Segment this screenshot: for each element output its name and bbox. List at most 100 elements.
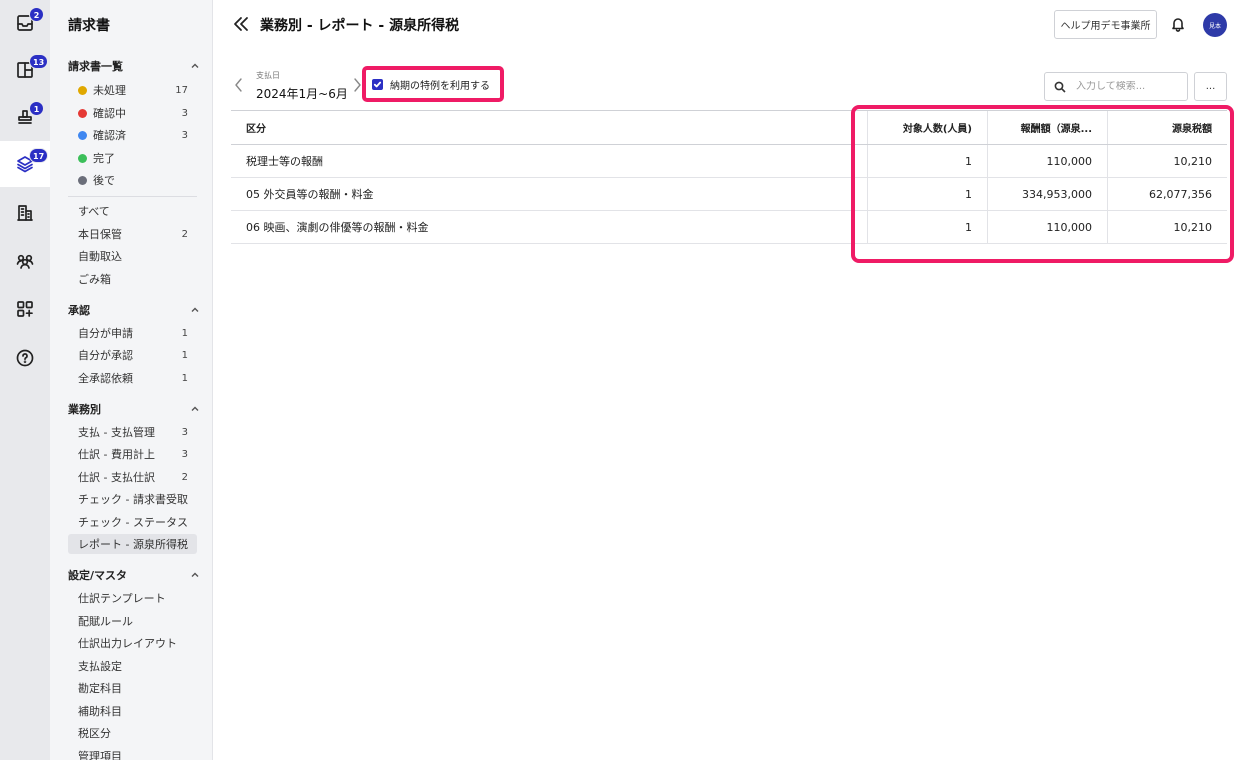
- double-chevron-left-icon: [234, 17, 248, 31]
- sidebar-item-management-items[interactable]: 管理項目: [68, 746, 197, 760]
- collapse-sidebar-button[interactable]: [232, 15, 250, 33]
- sidebar-item-label: 勘定科目: [78, 682, 122, 695]
- rail-item-building[interactable]: [0, 190, 50, 236]
- column-header-amount[interactable]: 報酬額（源泉...: [987, 111, 1107, 144]
- help-icon: [16, 349, 34, 367]
- section-invoice-list[interactable]: 請求書一覧: [68, 58, 200, 74]
- sidebar-item-unprocessed[interactable]: 未処理 17: [68, 80, 197, 100]
- table-row[interactable]: 税理士等の報酬 1 110,000 10,210: [231, 145, 1227, 178]
- sidebar-item-label: 本日保管: [78, 228, 122, 241]
- sidebar-item-all[interactable]: すべて: [68, 201, 197, 221]
- sidebar-item-check-receipt[interactable]: チェック - 請求書受取: [68, 489, 197, 509]
- date-range-value[interactable]: 2024年1月~6月: [256, 85, 348, 102]
- rail-item-people[interactable]: [0, 238, 50, 284]
- more-options-button[interactable]: ...: [1194, 72, 1227, 101]
- sidebar-item-journal-output-layout[interactable]: 仕訳出力レイアウト: [68, 633, 197, 653]
- sidebar-item-label: 仕訳 - 費用計上: [78, 448, 155, 461]
- office-switch-button[interactable]: ヘルプ用デモ事業所: [1054, 10, 1157, 39]
- sidebar-item-trash[interactable]: ごみ箱: [68, 269, 197, 289]
- sidebar-item-label: 自動取込: [78, 250, 122, 263]
- sidebar-item-expense-journal[interactable]: 仕訳 - 費用計上 3: [68, 444, 197, 464]
- sidebar-item-payment-journal[interactable]: 仕訳 - 支払仕訳 2: [68, 467, 197, 487]
- sidebar-item-withholding-report[interactable]: レポート - 源泉所得税: [68, 534, 197, 554]
- rail-item-stamp[interactable]: 1: [0, 94, 50, 140]
- sidebar-item-payment-management[interactable]: 支払 - 支払管理 3: [68, 422, 197, 442]
- search-box[interactable]: [1044, 72, 1188, 101]
- rail-item-layout[interactable]: 13: [0, 47, 50, 93]
- section-heading: 承認: [68, 304, 90, 317]
- sidebar-item-count: 3: [181, 107, 188, 119]
- section-approval[interactable]: 承認: [68, 302, 200, 318]
- status-dot: [78, 153, 87, 163]
- sidebar-item-count: 3: [181, 448, 188, 460]
- rail-badge: 17: [29, 148, 49, 163]
- sidebar-item-done[interactable]: 完了: [68, 148, 197, 168]
- sidebar-item-label: 補助科目: [78, 705, 122, 718]
- chevron-left-icon: [235, 78, 242, 92]
- search-input[interactable]: [1076, 81, 1176, 92]
- sidebar-item-check-status[interactable]: チェック - ステータス: [68, 512, 197, 532]
- table-row[interactable]: 05 外交員等の報酬・料金 1 334,953,000 62,077,356: [231, 178, 1227, 211]
- sidebar-item-my-requests[interactable]: 自分が申請 1: [68, 323, 197, 343]
- sidebar-item-count: 2: [181, 471, 188, 483]
- sidebar-item-label: 自分が申請: [78, 327, 133, 340]
- special-payment-checkbox[interactable]: 納期の特例を利用する: [362, 66, 504, 102]
- sidebar-item-label: 自分が承認: [78, 349, 133, 362]
- rail-item-apps[interactable]: [0, 286, 50, 332]
- chevron-up-icon[interactable]: [190, 61, 200, 71]
- chevron-up-icon[interactable]: [190, 404, 200, 414]
- column-header-tax[interactable]: 源泉税額: [1107, 111, 1227, 144]
- sidebar-item-count: 1: [181, 372, 188, 384]
- sidebar-item-label: チェック - 請求書受取: [78, 493, 188, 506]
- notifications-button[interactable]: [1170, 16, 1188, 34]
- sidebar-item-payment-settings[interactable]: 支払設定: [68, 656, 197, 676]
- status-dot: [78, 130, 87, 140]
- section-business[interactable]: 業務別: [68, 401, 200, 417]
- sidebar-item-label: 仕訳テンプレート: [78, 592, 166, 605]
- sidebar-item-auto-import[interactable]: 自動取込: [68, 246, 197, 266]
- table-row[interactable]: 06 映画、演劇の俳優等の報酬・料金 1 110,000 10,210: [231, 211, 1227, 244]
- sidebar-item-allocation-rules[interactable]: 配賦ルール: [68, 611, 197, 631]
- sidebar-item-all-approvals[interactable]: 全承認依頼 1: [68, 368, 197, 388]
- sidebar-item-checked[interactable]: 確認済 3: [68, 125, 197, 145]
- sidebar-item-count: 2: [181, 228, 188, 240]
- rail-item-layers[interactable]: 17: [0, 141, 50, 187]
- sidebar-item-later[interactable]: 後で: [68, 170, 197, 190]
- report-table: 区分 対象人数(人員) 報酬額（源泉... 源泉税額 税理士等の報酬 1 110…: [231, 110, 1227, 244]
- rail-item-inbox[interactable]: 2: [0, 0, 50, 46]
- sidebar-item-tax-categories[interactable]: 税区分: [68, 723, 197, 743]
- people-cell: 1: [867, 145, 987, 177]
- sidebar-item-label: ごみ箱: [78, 273, 111, 286]
- section-settings[interactable]: 設定/マスタ: [68, 567, 200, 583]
- sidebar-item-sub-accounts[interactable]: 補助科目: [68, 701, 197, 721]
- sidebar-item-my-approvals[interactable]: 自分が承認 1: [68, 345, 197, 365]
- sidebar-title: 請求書: [68, 18, 110, 34]
- column-header-category[interactable]: 区分: [231, 111, 867, 144]
- column-header-people[interactable]: 対象人数(人員): [867, 111, 987, 144]
- checkbox-label: 納期の特例を利用する: [390, 80, 490, 92]
- status-dot: [78, 175, 87, 185]
- sidebar-item-accounts[interactable]: 勘定科目: [68, 678, 197, 698]
- prev-period-button[interactable]: [233, 77, 245, 93]
- sidebar-item-label: 支払 - 支払管理: [78, 426, 155, 439]
- checkbox[interactable]: [372, 78, 383, 90]
- sidebar-item-label: 全承認依頼: [78, 372, 133, 385]
- icon-rail: 2 13 1 17: [0, 0, 50, 760]
- section-heading: 設定/マスタ: [68, 569, 128, 582]
- chevron-up-icon[interactable]: [190, 305, 200, 315]
- divider: [68, 196, 197, 197]
- sidebar-item-checking[interactable]: 確認中 3: [68, 103, 197, 123]
- people-cell: 1: [867, 211, 987, 243]
- tax-cell: 10,210: [1107, 211, 1227, 243]
- sidebar-item-label: 確認済: [93, 129, 126, 142]
- section-heading: 業務別: [68, 403, 101, 416]
- sidebar-item-count: 3: [181, 426, 188, 438]
- rail-badge: 13: [29, 54, 49, 69]
- rail-item-help[interactable]: [0, 335, 50, 381]
- sidebar-item-journal-template[interactable]: 仕訳テンプレート: [68, 588, 197, 608]
- chevron-up-icon[interactable]: [190, 570, 200, 580]
- check-icon: [373, 81, 382, 87]
- sidebar-item-label: すべて: [78, 205, 110, 218]
- avatar[interactable]: 見本: [1203, 13, 1227, 37]
- sidebar-item-stored-today[interactable]: 本日保管 2: [68, 224, 197, 244]
